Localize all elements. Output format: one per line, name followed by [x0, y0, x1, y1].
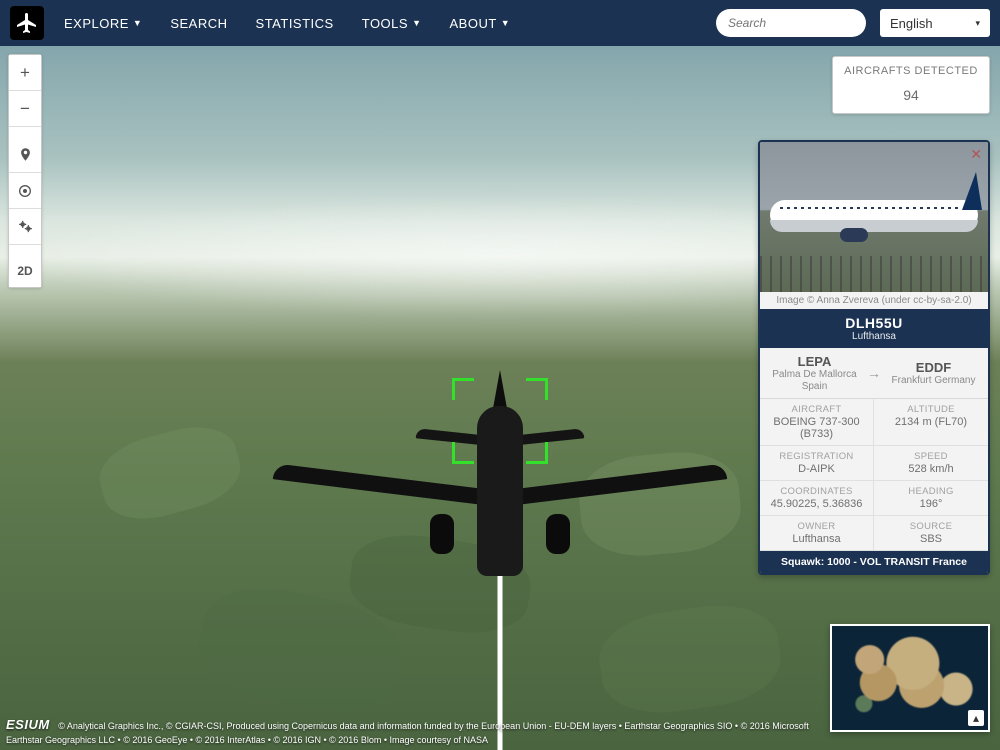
nav-statistics[interactable]: STATISTICS	[256, 16, 334, 31]
nav-explore[interactable]: EXPLORE ▼	[64, 16, 142, 31]
attribution-line-1: © Analytical Graphics Inc., © CGIAR-CSI,…	[58, 721, 809, 731]
zoom-out-button[interactable]: −	[9, 91, 41, 127]
field-owner: OWNER Lufthansa	[760, 516, 874, 551]
field-value: SBS	[876, 533, 986, 545]
nav-items: EXPLORE ▼ SEARCH STATISTICS TOOLS ▼ ABOUT ▼	[64, 16, 716, 31]
language-select[interactable]: English ▾	[880, 9, 990, 37]
field-value: BOEING 737-300 (B733)	[762, 416, 871, 440]
field-value: 528 km/h	[876, 463, 986, 475]
settings-button[interactable]	[9, 209, 41, 245]
origin-code: LEPA	[764, 354, 865, 369]
route-arrow-icon: →	[865, 365, 883, 381]
app-logo[interactable]	[10, 6, 44, 40]
minimap-expand-button[interactable]: ▴	[968, 710, 984, 726]
minimap-land	[838, 632, 982, 724]
aircraft-part	[430, 514, 454, 554]
aircraft-part	[517, 463, 727, 504]
aircraft-photo	[760, 142, 988, 292]
viewmode-label: 2D	[17, 264, 32, 278]
destination-city: Frankfurt Germany	[883, 375, 984, 387]
field-source: SOURCE SBS	[874, 516, 988, 551]
field-registration: REGISTRATION D-AIPK	[760, 446, 874, 481]
destination-code: EDDF	[883, 360, 984, 375]
close-icon: ✕	[970, 146, 982, 162]
photo-credit: Image © Anna Zvereva (under cc-by-sa-2.0…	[760, 292, 988, 309]
field-coordinates: COORDINATES 45.90225, 5.36836	[760, 481, 874, 516]
detected-label: AIRCRAFTS DETECTED	[839, 65, 983, 77]
origin: LEPA Palma De Mallorca Spain	[764, 354, 865, 392]
field-aircraft: AIRCRAFT BOEING 737-300 (B733)	[760, 399, 874, 446]
field-heading: HEADING 196°	[874, 481, 988, 516]
field-label: ALTITUDE	[876, 404, 986, 415]
minus-icon: −	[20, 99, 30, 119]
locate-button[interactable]	[9, 137, 41, 173]
nav-tools-label: TOOLS	[362, 16, 408, 31]
language-label: English	[890, 16, 933, 31]
callsign-bar: DLH55U Lufthansa	[760, 309, 988, 348]
field-value: D-AIPK	[762, 463, 871, 475]
squawk-bar: Squawk: 1000 - VOL TRANSIT France	[760, 551, 988, 573]
map-attribution: ESIUM © Analytical Graphics Inc., © CGIA…	[6, 716, 820, 746]
gears-icon	[17, 218, 34, 235]
route-row: LEPA Palma De Mallorca Spain → EDDF Fran…	[760, 348, 988, 399]
field-label: COORDINATES	[762, 486, 871, 497]
nav-about-label: ABOUT	[450, 16, 497, 31]
chevron-down-icon: ▼	[133, 18, 142, 28]
detected-count: 94	[839, 87, 983, 103]
close-panel-button[interactable]: ✕	[970, 146, 982, 163]
expand-icon: ▴	[973, 711, 979, 725]
nav-about[interactable]: ABOUT ▼	[450, 16, 511, 31]
zoom-in-button[interactable]: +	[9, 55, 41, 91]
origin-city: Palma De Mallorca Spain	[764, 369, 865, 392]
search-input[interactable]	[728, 16, 885, 30]
toolbar-divider	[9, 245, 41, 255]
nav-search[interactable]: SEARCH	[170, 16, 227, 31]
map-toolbar: + − 2D	[8, 54, 42, 288]
aircraft-part	[273, 463, 483, 504]
chevron-down-icon: ▼	[412, 18, 421, 28]
field-value: 45.90225, 5.36836	[762, 498, 871, 510]
field-label: REGISTRATION	[762, 451, 871, 462]
plane-icon	[15, 11, 39, 35]
attribution-line-2: Earthstar Geographics LLC • © 2016 GeoEy…	[6, 735, 488, 745]
viewmode-toggle[interactable]: 2D	[9, 255, 41, 287]
location-pin-icon	[18, 147, 33, 162]
field-altitude: ALTITUDE 2134 m (FL70)	[874, 399, 988, 446]
field-label: SPEED	[876, 451, 986, 462]
chevron-down-icon: ▼	[501, 18, 510, 28]
top-nav: EXPLORE ▼ SEARCH STATISTICS TOOLS ▼ ABOUT ▼…	[0, 0, 1000, 46]
aircrafts-detected-box: AIRCRAFTS DETECTED 94	[832, 56, 990, 114]
callsign: DLH55U	[764, 315, 984, 331]
minimap[interactable]: ▴	[830, 624, 990, 732]
toolbar-divider	[9, 127, 41, 137]
airline-name: Lufthansa	[764, 331, 984, 342]
field-label: SOURCE	[876, 521, 986, 532]
aircraft-model[interactable]	[290, 396, 710, 616]
crosshair-icon	[17, 183, 33, 199]
plus-icon: +	[20, 63, 30, 83]
field-speed: SPEED 528 km/h	[874, 446, 988, 481]
chevron-down-icon: ▾	[975, 18, 980, 29]
flight-info-panel: ✕ Image © Anna Zvereva (under cc-by-sa-2…	[758, 140, 990, 575]
flight-fields-grid: AIRCRAFT BOEING 737-300 (B733) ALTITUDE …	[760, 399, 988, 551]
nav-tools[interactable]: TOOLS ▼	[362, 16, 422, 31]
aircraft-part	[546, 514, 570, 554]
field-value: 196°	[876, 498, 986, 510]
field-label: HEADING	[876, 486, 986, 497]
terrain-patch	[92, 416, 248, 530]
field-label: AIRCRAFT	[762, 404, 871, 415]
search-box[interactable]	[716, 9, 866, 37]
target-button[interactable]	[9, 173, 41, 209]
field-label: OWNER	[762, 521, 871, 532]
nav-search-label: SEARCH	[170, 16, 227, 31]
cesium-brand: ESIUM	[6, 716, 56, 734]
nav-explore-label: EXPLORE	[64, 16, 129, 31]
nav-statistics-label: STATISTICS	[256, 16, 334, 31]
aircraft-part	[477, 406, 523, 576]
destination: EDDF Frankfurt Germany	[883, 360, 984, 387]
field-value: Lufthansa	[762, 533, 871, 545]
field-value: 2134 m (FL70)	[876, 416, 986, 428]
